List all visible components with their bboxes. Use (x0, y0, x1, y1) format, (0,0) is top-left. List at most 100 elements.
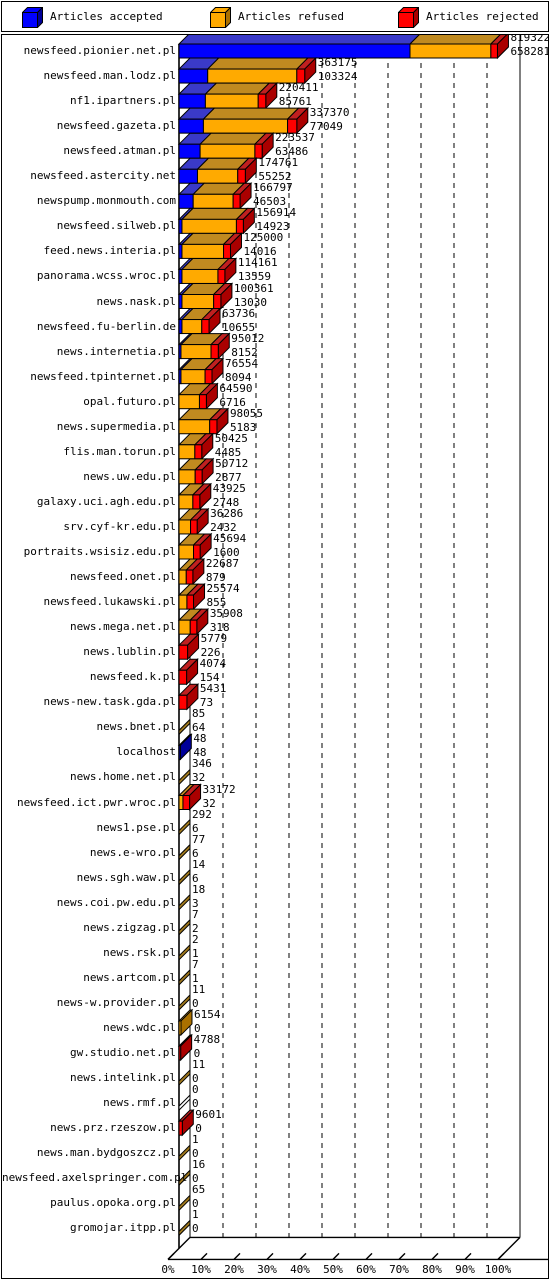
bar-value-top: 166797 (253, 181, 293, 195)
bar-row-label: newsfeed.tpinternet.pl (30, 369, 176, 383)
bar-row (177, 482, 212, 511)
bar-row-label: newsfeed.astercity.net (30, 169, 176, 183)
bar-value-top: 11 (192, 982, 206, 996)
x-tick-label: 20% (224, 1263, 244, 1277)
bar-row-label: gw.studio.net.pl (70, 1046, 176, 1059)
x-tick-label: 0% (161, 1263, 175, 1277)
bar-value-top: 43925 (212, 481, 246, 495)
bar-value-bottom: 103324 (317, 70, 358, 84)
bar-value-top: 6154 (193, 1007, 221, 1021)
bar-row (177, 232, 243, 260)
bar-value-top: 5779 (200, 632, 228, 646)
bar-row (178, 868, 191, 886)
bar-row (178, 968, 191, 987)
bar-value-top: 85 (192, 707, 206, 721)
bar-value-bottom: 0 (192, 1222, 199, 1236)
bar-row (177, 733, 193, 761)
bar-row (178, 1219, 191, 1237)
bar-row (177, 106, 310, 135)
bar-row-label: news.home.net.pl (70, 770, 176, 784)
bar-value-top: 36286 (210, 506, 244, 520)
bar-row (177, 557, 206, 586)
bar-row-label: portraits.wsisiz.edu.pl (23, 545, 176, 558)
bar-row (177, 157, 258, 185)
x-tick-label: 90% (455, 1263, 475, 1277)
bar-value-top: 76554 (225, 356, 259, 370)
legend-label-0: Articles accepted (50, 10, 163, 23)
bar-value-top: 98055 (229, 406, 264, 420)
bar-row (177, 407, 230, 435)
x-tick-label: 30% (257, 1263, 277, 1277)
bar-value-top: 4788 (193, 1033, 221, 1046)
bar-value-top: 819322 (510, 34, 549, 44)
bar-value-bottom: 6 (192, 846, 199, 860)
bar-row-label: news.wdc.pl (103, 1020, 176, 1034)
bar-value-top: 4074 (199, 657, 227, 671)
bar-value-top: 33172 (202, 782, 236, 796)
bar-value-bottom: 85761 (278, 95, 312, 109)
bar-row (177, 81, 278, 110)
bar-row-label: flis.man.torun.pl (63, 444, 176, 458)
x-tick-label: 80% (422, 1263, 442, 1277)
bar-row (177, 607, 210, 636)
bar-row-label: news.supermedia.pl (56, 419, 176, 433)
bar-value-bottom: 32 (192, 771, 206, 785)
bar-value-top: 1 (192, 1208, 199, 1222)
bar-row-label: newsfeed.onet.pl (70, 570, 176, 584)
bar-value-top: 346 (192, 757, 212, 771)
bar-row-label: news.bnet.pl (96, 720, 176, 734)
x-tick-label: 60% (356, 1263, 376, 1277)
bar-value-top: 337370 (309, 106, 350, 120)
bar-row (177, 1108, 195, 1137)
bar-value-top: 65 (192, 1183, 206, 1197)
bar-row (177, 783, 202, 811)
bar-row (178, 918, 191, 936)
bar-value-top: 16 (192, 1158, 206, 1172)
plot-area: newsfeed.pionier.net.pl 819322 658281 newsf… (2, 35, 548, 1278)
bar-row-label: srv.cyf-kr.edu.pl (63, 519, 176, 533)
chart-legend: Articles accepted Articles refused Article… (1, 1, 549, 32)
bar-value-top: 18 (192, 882, 206, 896)
bar-row (177, 131, 275, 160)
bar-value-top: 125000 (243, 231, 284, 245)
bar-row-label: newspump.monmouth.com (36, 194, 176, 208)
bar-row-label: news.intelink.pl (70, 1071, 176, 1085)
bar-row (177, 658, 199, 686)
bar-row-label: news.internetia.pl (56, 344, 176, 358)
bar-row (178, 818, 191, 836)
bar-row (178, 1093, 191, 1112)
bar-value-top: 14 (192, 857, 206, 871)
bar-row (177, 357, 225, 385)
bar-row-label: news-w.provider.pl (56, 995, 176, 1009)
bar-row-label: newsfeed.ict.pwr.wroc.pl (17, 795, 176, 809)
bar-row (177, 282, 234, 310)
bar-row (178, 768, 191, 786)
bar-row-label: news.uw.edu.pl (83, 469, 176, 483)
bar-value-top: 64590 (219, 381, 253, 395)
bar-row (178, 1068, 191, 1087)
bar-row-label: localhost (116, 745, 176, 759)
bar-row-label: paulus.opoka.org.pl (50, 1196, 176, 1210)
legend-label-1: Articles refused (238, 10, 344, 23)
bar-row-label: news.sgh.waw.pl (76, 870, 176, 884)
bar-row-label: feed.news.interia.pl (43, 244, 176, 258)
bar-row (178, 1143, 191, 1162)
bar-value-top: 174761 (258, 156, 299, 170)
bar-row-label: news.man.bydgoszcz.pl (36, 1146, 176, 1160)
bar-value-bottom: 32 (202, 796, 216, 810)
bar-value-bottom: 6 (192, 871, 199, 885)
bar-row-label: newsfeed.pionier.net.pl (23, 44, 176, 57)
bar-value-top: 156914 (256, 206, 297, 220)
bar-value-top: 77 (192, 832, 206, 846)
bar-row (178, 843, 191, 861)
bar-row-label: news.rmf.pl (103, 1096, 176, 1110)
bar-row (177, 257, 238, 285)
bar-value-bottom: 13030 (233, 295, 268, 309)
bar-row-label: news.prz.rzeszow.pl (50, 1121, 176, 1135)
bar-row-label: news.mega.net.pl (70, 620, 176, 634)
bar-value-top: 1 (192, 1133, 199, 1147)
bar-row (177, 332, 231, 360)
bar-value-top: 35908 (209, 607, 243, 621)
bar-row (177, 432, 214, 461)
cube-icon (22, 6, 43, 28)
